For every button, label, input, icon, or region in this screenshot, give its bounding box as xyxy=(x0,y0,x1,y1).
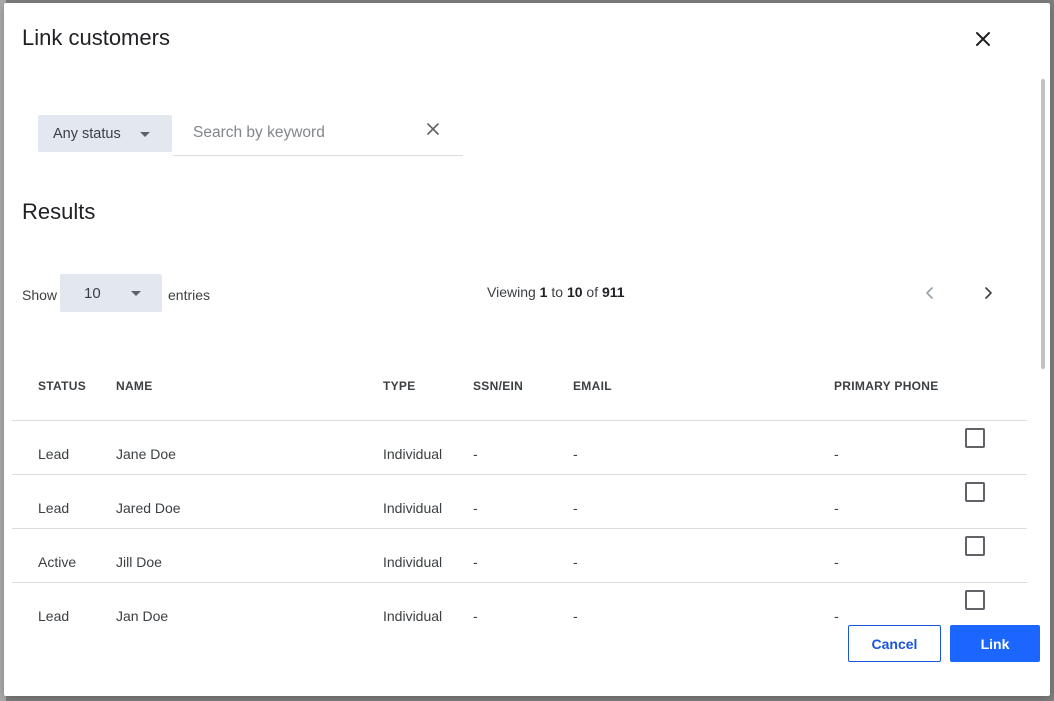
chevron-right-icon[interactable] xyxy=(979,284,997,302)
viewing-to: 10 xyxy=(566,284,583,300)
cell-ssn-ein: - xyxy=(473,446,478,462)
cell-status: Lead xyxy=(38,500,70,516)
chevron-down-icon xyxy=(131,291,141,296)
table-row[interactable]: Active Jill Doe Individual - - - xyxy=(12,529,1027,583)
status-filter-select[interactable]: Any status xyxy=(38,115,172,152)
row-checkbox[interactable] xyxy=(965,428,985,448)
column-primary-phone[interactable]: PRIMARY PHONE xyxy=(834,379,939,393)
cell-status: Active xyxy=(38,554,77,570)
cell-email: - xyxy=(573,608,578,624)
close-button[interactable] xyxy=(970,26,996,52)
link-customers-dialog: Link customers Any status Results Show 1… xyxy=(4,3,1050,696)
table-row[interactable]: Lead Jane Doe Individual - - - xyxy=(12,421,1027,475)
cell-ssn-ein: - xyxy=(473,500,478,516)
viewing-from: 1 xyxy=(539,284,548,300)
show-label: Show xyxy=(22,287,58,303)
viewing-of-word: of xyxy=(586,284,599,300)
row-checkbox[interactable] xyxy=(965,536,985,556)
cell-name: Jill Doe xyxy=(116,554,162,570)
scrollbar[interactable] xyxy=(1040,79,1046,696)
close-icon xyxy=(976,32,990,46)
row-checkbox[interactable] xyxy=(965,590,985,610)
cell-type: Individual xyxy=(383,446,443,462)
cell-email: - xyxy=(573,446,578,462)
cell-type: Individual xyxy=(383,500,443,516)
entries-label: entries xyxy=(168,287,211,303)
column-name[interactable]: NAME xyxy=(116,379,153,393)
cell-status: Lead xyxy=(38,608,70,624)
cell-primary-phone: - xyxy=(834,446,839,462)
search-input[interactable] xyxy=(193,121,413,145)
cell-ssn-ein: - xyxy=(473,608,478,624)
cell-email: - xyxy=(573,500,578,516)
cell-name: Jane Doe xyxy=(116,446,176,462)
cell-primary-phone: - xyxy=(834,554,839,570)
column-ssn-ein[interactable]: SSN/EIN xyxy=(473,379,523,393)
clear-search-icon[interactable] xyxy=(425,121,441,137)
pagination-summary: Viewing 1 to 10 of 911 xyxy=(487,284,625,300)
table-header: STATUS NAME TYPE SSN/EIN EMAIL PRIMARY P… xyxy=(12,363,1027,421)
table-row[interactable]: Lead Jared Doe Individual - - - xyxy=(12,475,1027,529)
results-heading: Results xyxy=(22,199,96,224)
chevron-down-icon xyxy=(140,132,150,137)
cell-name: Jan Doe xyxy=(116,608,169,624)
cell-type: Individual xyxy=(383,608,443,624)
cell-primary-phone: - xyxy=(834,500,839,516)
cell-type: Individual xyxy=(383,554,443,570)
row-checkbox[interactable] xyxy=(965,482,985,502)
column-type[interactable]: TYPE xyxy=(383,379,416,393)
cancel-button[interactable]: Cancel xyxy=(848,625,941,662)
dialog-title: Link customers xyxy=(22,25,170,50)
column-status[interactable]: STATUS xyxy=(38,379,86,393)
link-button[interactable]: Link xyxy=(950,625,1040,662)
column-email[interactable]: EMAIL xyxy=(573,379,612,393)
viewing-total: 911 xyxy=(601,284,625,300)
chevron-left-icon[interactable] xyxy=(921,284,939,302)
cell-email: - xyxy=(573,554,578,570)
status-filter-value: Any status xyxy=(53,125,121,142)
search-field xyxy=(173,115,463,156)
cell-status: Lead xyxy=(38,446,70,462)
viewing-prefix: Viewing xyxy=(487,284,536,300)
scrollbar-thumb[interactable] xyxy=(1041,79,1045,369)
cell-ssn-ein: - xyxy=(473,554,478,570)
entries-value: 10 xyxy=(84,285,101,302)
entries-per-page-select[interactable]: 10 xyxy=(60,274,162,312)
cell-primary-phone: - xyxy=(834,608,839,624)
viewing-to-word: to xyxy=(551,284,564,300)
cell-name: Jared Doe xyxy=(116,500,181,516)
